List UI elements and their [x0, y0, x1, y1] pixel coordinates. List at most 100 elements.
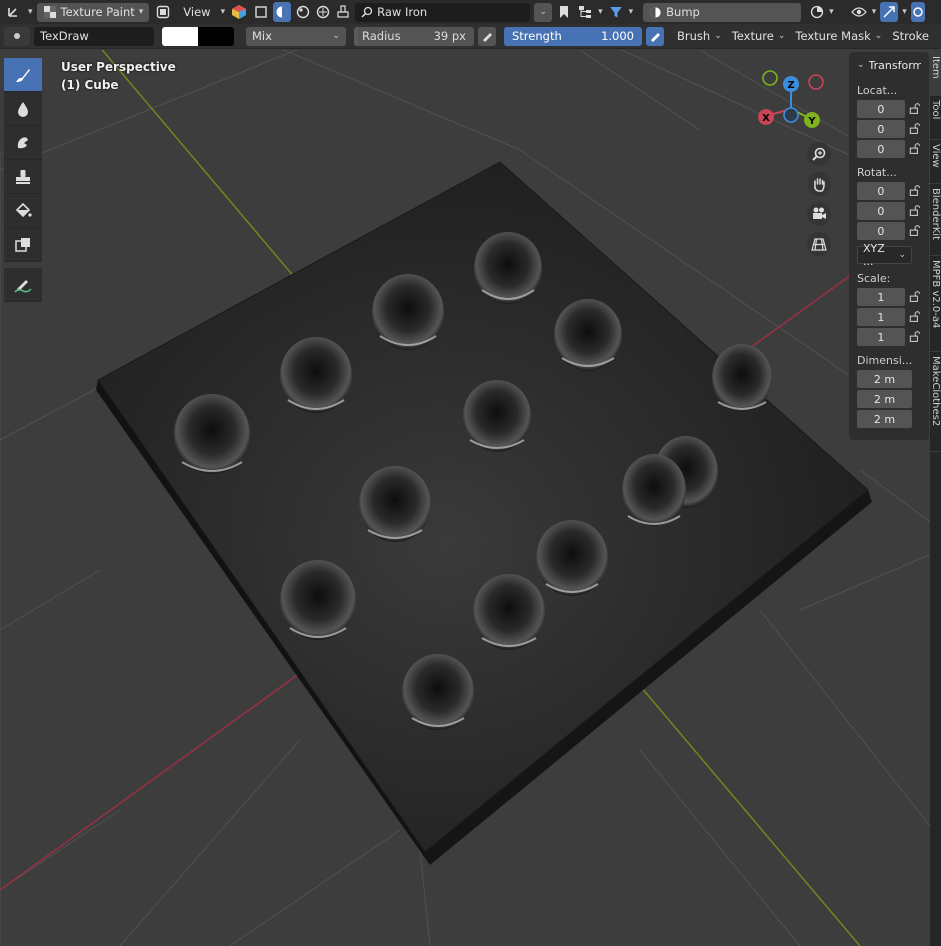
wireframe-shading-icon[interactable]: [253, 2, 269, 22]
brush-stamp-icon[interactable]: [335, 2, 351, 22]
brush-name-field[interactable]: TexDraw: [34, 26, 154, 46]
unlock-icon[interactable]: [909, 102, 921, 116]
tab-item[interactable]: Item: [930, 52, 941, 96]
texture-mask-menu[interactable]: Texture Mask ⌄: [792, 27, 885, 46]
hierarchy-icon[interactable]: [576, 2, 594, 22]
unlock-icon[interactable]: [909, 224, 921, 238]
dimension-z-field[interactable]: 2 m: [857, 410, 912, 428]
view-chevron-icon[interactable]: ▾: [221, 7, 226, 17]
dimension-y-field[interactable]: 2 m: [857, 390, 912, 408]
strength-pressure-icon[interactable]: [646, 26, 664, 46]
filter-icon[interactable]: [607, 2, 625, 22]
location-y-field[interactable]: 0: [857, 120, 905, 138]
rotation-y-field[interactable]: 0: [857, 202, 905, 220]
bump-dropdown[interactable]: Bump: [643, 2, 802, 22]
primary-color-swatch[interactable]: [162, 26, 198, 46]
dimension-x-field[interactable]: 2 m: [857, 370, 912, 388]
bookmark-icon[interactable]: [556, 2, 572, 22]
unlock-icon[interactable]: [909, 310, 921, 324]
view-menu-label: View: [183, 5, 211, 19]
tab-view[interactable]: View: [930, 140, 941, 184]
scale-x-field[interactable]: 1: [857, 288, 905, 306]
unlock-icon[interactable]: [909, 142, 921, 156]
rendered-shading-icon[interactable]: [315, 2, 331, 22]
radius-pressure-icon[interactable]: [478, 26, 496, 46]
unlock-icon[interactable]: [909, 330, 921, 344]
annotate-tool[interactable]: [4, 268, 42, 302]
viewport-scene[interactable]: [0, 50, 941, 946]
color-swatches[interactable]: [162, 26, 234, 46]
viewport-label: User Perspective (1) Cube: [61, 58, 176, 94]
brush-icon-button[interactable]: [4, 26, 30, 46]
unlock-icon[interactable]: [909, 122, 921, 136]
tab-makeclothes[interactable]: MakeClothes2: [930, 352, 941, 452]
radius-label: Radius: [362, 29, 401, 43]
neg-z-axis-handle[interactable]: [783, 107, 799, 123]
rotation-x-field[interactable]: 0: [857, 182, 905, 200]
smear-tool[interactable]: [4, 126, 42, 160]
gizmo-toggle-icon[interactable]: [880, 2, 899, 22]
camera-view-button[interactable]: [807, 202, 831, 226]
visibility-chevron-icon[interactable]: ▾: [872, 7, 877, 17]
strength-slider[interactable]: Strength 1.000: [504, 26, 642, 46]
material-browse-button[interactable]: ⌄: [534, 2, 553, 22]
navigation-gizmo[interactable]: Z X Y: [754, 68, 830, 130]
paint-bucket-icon: [15, 202, 32, 217]
solid-shading-icon[interactable]: [273, 2, 292, 22]
secondary-color-swatch[interactable]: [198, 26, 234, 46]
fill-tool[interactable]: [4, 194, 42, 228]
pan-button[interactable]: [807, 172, 831, 196]
stamp-icon: [16, 169, 30, 184]
dimensions-label: Dimensi...: [857, 354, 913, 367]
blend-mode-dropdown[interactable]: Mix ⌄: [246, 26, 346, 46]
hierarchy-chevron-icon[interactable]: ▾: [598, 7, 603, 17]
overlay-chevron-icon[interactable]: ▾: [829, 7, 834, 17]
scale-y-field[interactable]: 1: [857, 308, 905, 326]
clone-tool[interactable]: [4, 160, 42, 194]
rotation-z-field[interactable]: 0: [857, 222, 905, 240]
unlock-icon[interactable]: [909, 184, 921, 198]
checker-icon: [43, 6, 56, 18]
texture-menu[interactable]: Texture ⌄: [729, 27, 789, 46]
scale-z-field[interactable]: 1: [857, 328, 905, 346]
chevron-down-icon: ⌄: [898, 250, 906, 260]
stroke-menu[interactable]: Stroke: [889, 27, 932, 46]
location-x-field[interactable]: 0: [857, 100, 905, 118]
rotation-mode-dropdown[interactable]: XYZ ... ⌄: [857, 242, 912, 268]
visibility-eye-icon[interactable]: [850, 2, 868, 22]
tab-tool[interactable]: Tool: [930, 96, 941, 140]
3d-viewport[interactable]: [0, 50, 941, 946]
mask-toggle-icon[interactable]: [153, 2, 173, 22]
strength-value: 1.000: [601, 29, 634, 43]
mode-dropdown[interactable]: Texture Paint ▾: [36, 2, 150, 22]
tab-mpfb[interactable]: MPFB v2.0-a4: [930, 256, 941, 352]
viewport-overlay-icon[interactable]: [809, 2, 825, 22]
transform-panel-header[interactable]: ⌄ Transform: [857, 52, 921, 78]
bump-label: Bump: [666, 5, 700, 19]
radius-slider[interactable]: Radius 39 px: [354, 26, 474, 46]
location-z-field[interactable]: 0: [857, 140, 905, 158]
mask-tool[interactable]: [4, 228, 42, 262]
unlock-icon[interactable]: [909, 290, 921, 304]
smear-hand-icon: [17, 136, 28, 148]
brush-menu[interactable]: Brush ⌄: [674, 27, 725, 46]
material-slots-icon[interactable]: [229, 2, 249, 22]
filter-chevron-icon[interactable]: ▾: [629, 7, 634, 17]
neg-x-axis-handle[interactable]: [808, 74, 824, 90]
unlock-icon[interactable]: [909, 204, 921, 218]
zoom-button[interactable]: [807, 142, 831, 166]
view-menu[interactable]: View: [177, 3, 216, 22]
perspective-label: User Perspective: [61, 60, 176, 74]
tab-blenderkit[interactable]: BlenderKit: [930, 184, 941, 256]
material-preview-icon[interactable]: [295, 2, 311, 22]
ortho-toggle-button[interactable]: [807, 232, 831, 256]
overlays-toggle-icon[interactable]: [910, 2, 925, 22]
neg-y-axis-handle[interactable]: [762, 70, 778, 86]
soften-tool[interactable]: [4, 92, 42, 126]
gizmo-chevron-icon[interactable]: ▾: [902, 7, 907, 17]
draw-tool[interactable]: [4, 58, 42, 92]
stroke-menu-label: Stroke: [892, 29, 929, 43]
editor-type-icon[interactable]: [4, 2, 24, 22]
editor-type-chevron-icon[interactable]: ▾: [28, 7, 33, 17]
material-search-field[interactable]: Raw Iron: [355, 2, 531, 22]
